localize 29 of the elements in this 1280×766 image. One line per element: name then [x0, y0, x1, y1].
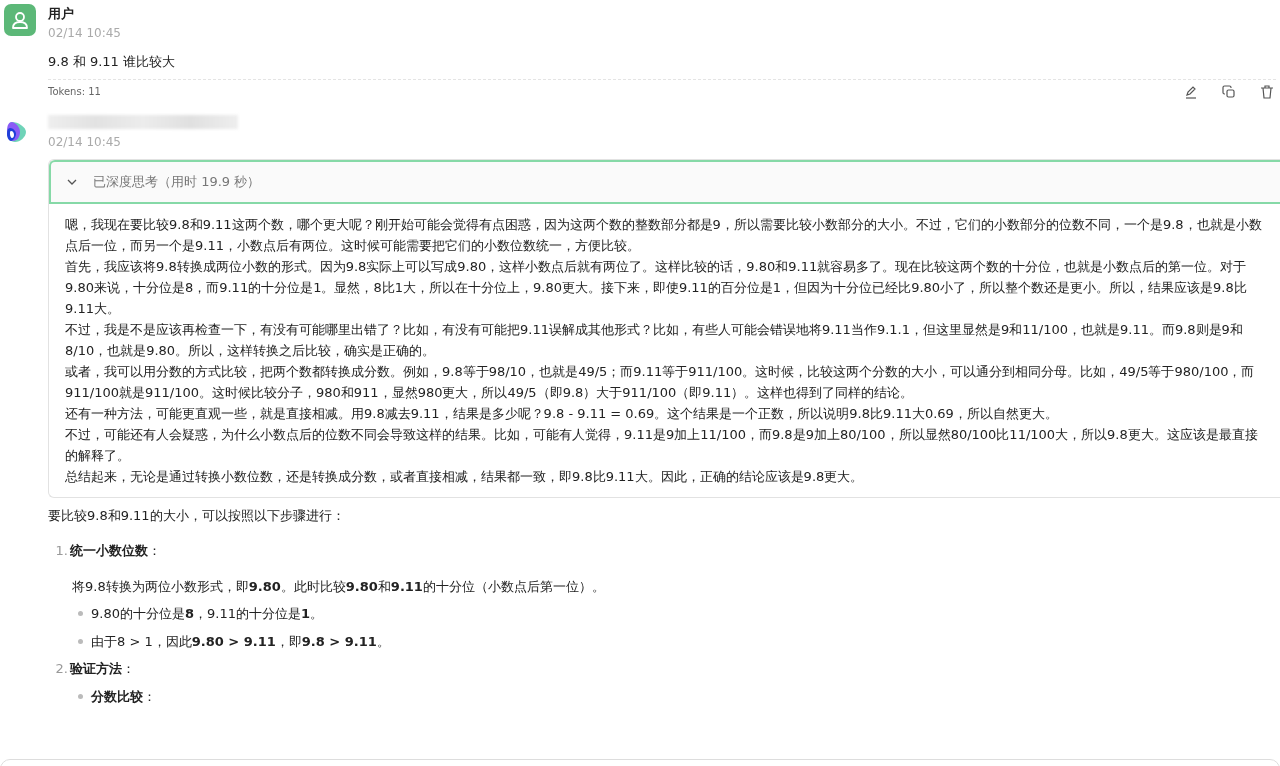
token-count: Tokens: 11 [48, 85, 101, 99]
bullet-text: 9.80的十分位是8，9.11的十分位是1。 [91, 605, 323, 623]
bullet-icon [78, 693, 83, 699]
user-avatar-icon [4, 4, 36, 36]
answer-intro: 要比较9.8和9.11的大小，可以按照以下步骤进行： [48, 506, 346, 525]
delete-icon[interactable] [1260, 84, 1274, 99]
edit-icon[interactable] [1184, 84, 1198, 99]
bullet-icon [78, 638, 83, 644]
step-title: 验证方法： [70, 660, 135, 678]
bullet-text: 由于8 > 1，因此9.80 > 9.11，即9.8 > 9.11。 [91, 632, 390, 651]
thinking-toggle[interactable]: 已深度思考（用时 19.9 秒） [49, 160, 1280, 204]
bullet-icon [78, 611, 83, 617]
message-text: 9.8 和 9.11 谁比较大 [48, 52, 177, 71]
message-time: 02/14 10:45 [48, 24, 122, 42]
step-title: 统一小数位数： [70, 542, 161, 560]
thinking-paragraph: 总结起来，无论是通过转换小数位数，还是转换成分数，或者直接相减，结果都一致，即9.8比9.11大。因此，正确的结论应该是9.8更大。 [65, 467, 865, 486]
bullet-text: 分数比较： [91, 687, 156, 706]
copy-icon[interactable] [1222, 84, 1236, 99]
thinking-paragraph: 或者，我可以用分数的方式比较，把两个数都转换成分数。例如，9.8等于98/10，也就是49/5；而9.11等于911/100。这时候，比较这两个分数的大小，可以通分到相同分母。比如，49/5等于980/100，而911/100就是911/100。这时候比较分子，980和911，显然980更大，所以49/5（即9.8）大于911/100（即9.11）。这样也得到了同样的结论。 [65, 362, 1256, 402]
message-time: 02/14 10:45 [48, 134, 122, 151]
list-number: 2. [54, 660, 68, 678]
thinking-paragraph: 还有一种方法，可能更直观一些，就是直接相减。用9.8减去9.11，结果是多少呢？9.8 - 9.11 = 0.69。这个结果是一个正数，所以说明9.8比9.11大0.69，所以自然更大。 [65, 404, 1059, 423]
step-paragraph: 将9.8转换为两位小数形式，即9.80。此时比较9.80和9.11的十分位（小数点后第一位）。 [72, 577, 606, 596]
thinking-paragraph: 首先，我应该将9.8转换成两位小数的形式。因为9.8实际上可以写成9.80，这样小数点后就有两位了。这样比较的话，9.80和9.11就容易多了。现在比较这两个数的十分位，也就是小数点后的第一位。对于9.80来说，十分位是8，而9.11的十分位是1。显然，8比1大，所以在十分位上，9.80更大。接下来，即使9.11的百分位是1，但因为十分位已经比9.80小了，所以整个数还是更小。所以，结果应该是9.8比9.11大。 [65, 257, 1248, 318]
thinking-paragraph: 不过，我是不是应该再检查一下，有没有可能哪里出错了？比如，有没有可能把9.11误解成其他形式？比如，有些人可能会错误地将9.11当作9.1.1，但这里显然是9和11/100，也就是9.11。而9.8则是9和8/10，也就是9.80。所以，这样转换之后比较，确实是正确的。 [65, 320, 1244, 360]
author-name: 用户 [48, 5, 75, 23]
list-number: 1. [54, 542, 68, 560]
thinking-paragraph: 不过，可能还有人会疑惑，为什么小数点后的位数不同会导致这样的结果。比如，可能有人觉得，9.11是9加上11/100，而9.8是9加上80/100，所以显然80/100比11/100大，所以9.8更大。这应该是最直接的解释了。 [65, 425, 1259, 465]
thinking-paragraph: 嗯，我现在要比较9.8和9.11这两个数，哪个更大呢？刚开始可能会觉得有点困惑，因为这两个数的整数部分都是9，所以需要比较小数部分的大小。不过，它们的小数部分的位数不同，一个是9.8，也就是小数点后一位，而另一个是9.11，小数点后有两位。这时候可能需要把它们的小数位数统一，方便比较。 [65, 215, 1263, 255]
